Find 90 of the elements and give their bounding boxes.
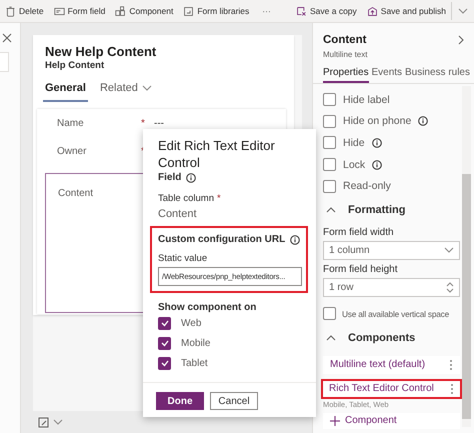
toolbar-button[interactable]: Save and publish bbox=[362, 1, 451, 21]
input-field[interactable] bbox=[0, 52, 9, 72]
scroll-thumb[interactable] bbox=[462, 174, 471, 419]
field-label: Form field width bbox=[323, 226, 395, 238]
checkbox[interactable] bbox=[323, 158, 336, 172]
close-icon bbox=[2, 33, 12, 43]
form-subtitle: Help Content bbox=[44, 60, 106, 71]
checkbox[interactable] bbox=[158, 356, 171, 370]
form-tab[interactable]: General bbox=[43, 79, 88, 102]
spin-field[interactable]: 1 row bbox=[323, 278, 460, 297]
checkbox[interactable] bbox=[323, 180, 336, 193]
chevron-right-icon bbox=[458, 35, 464, 45]
view-button[interactable] bbox=[38, 416, 63, 428]
add-component-button[interactable]: Component bbox=[323, 412, 460, 429]
component-item[interactable]: Multiline text (default) bbox=[323, 356, 460, 374]
option-label: Web bbox=[181, 318, 202, 328]
spinner-icon bbox=[446, 282, 454, 293]
panel-tab[interactable]: Events bbox=[371, 67, 402, 83]
option-label: Lock bbox=[343, 158, 366, 171]
field-label: Static value bbox=[158, 253, 208, 264]
more-button[interactable]: ··· bbox=[254, 1, 279, 21]
info-icon bbox=[372, 138, 382, 148]
panel-title: Content bbox=[323, 34, 366, 46]
more-icon bbox=[450, 382, 454, 395]
trash-icon bbox=[5, 6, 16, 16]
form-title: New Help Content bbox=[44, 44, 158, 59]
plus-icon bbox=[330, 416, 340, 426]
info-icon bbox=[418, 116, 428, 126]
panel-subtitle: Multiline text bbox=[322, 50, 368, 59]
checkbox[interactable] bbox=[323, 136, 336, 150]
save-copy-icon bbox=[296, 6, 307, 16]
dropdown-value: 1 column bbox=[329, 244, 370, 256]
required-mark: * bbox=[216, 193, 221, 204]
form-tab[interactable]: Related bbox=[98, 79, 154, 102]
chevron-down-icon bbox=[142, 85, 152, 91]
field-label: Owner bbox=[57, 146, 86, 156]
section-heading: Custom configuration URL bbox=[158, 234, 286, 245]
info-icon bbox=[290, 234, 300, 244]
toolbar-button[interactable]: Form libraries bbox=[178, 1, 254, 21]
done-button[interactable]: Done bbox=[156, 392, 204, 410]
section-heading: Components bbox=[348, 332, 416, 344]
field-label: Name bbox=[57, 118, 84, 128]
option-label: Tablet bbox=[181, 358, 208, 368]
toolbar-button[interactable]: Component bbox=[110, 1, 178, 21]
option-label: Mobile bbox=[181, 338, 210, 348]
chevron-down-icon bbox=[444, 247, 454, 254]
checkbox[interactable] bbox=[323, 93, 336, 106]
form-field-icon bbox=[54, 6, 65, 16]
option-label: Hide bbox=[343, 136, 365, 149]
toolbar-button[interactable]: Form field bbox=[48, 1, 110, 21]
field-value: --- bbox=[154, 118, 164, 128]
info-icon bbox=[372, 160, 382, 170]
toolbar-button[interactable]: Save a copy bbox=[291, 1, 362, 21]
checkbox[interactable] bbox=[323, 114, 336, 128]
component-label: Rich Text Editor Control bbox=[329, 383, 434, 394]
component-item[interactable]: Rich Text Editor Control bbox=[321, 378, 462, 399]
section-heading: Formatting bbox=[348, 204, 406, 216]
field-label: Table column bbox=[158, 193, 214, 204]
checkbox[interactable] bbox=[323, 307, 336, 320]
dialog-title: Edit Rich Text Editor Control bbox=[158, 137, 276, 171]
checkbox[interactable] bbox=[158, 336, 171, 350]
section-heading: Field bbox=[158, 172, 182, 183]
collapse-button[interactable] bbox=[458, 35, 464, 45]
screen-icon bbox=[38, 416, 49, 428]
field-value: 1 row bbox=[329, 282, 354, 293]
option-label: Hide on phone bbox=[343, 115, 412, 128]
library-icon bbox=[183, 6, 194, 16]
publish-icon bbox=[366, 6, 378, 16]
cancel-button[interactable]: Cancel bbox=[210, 392, 258, 410]
section-heading: Show component on bbox=[158, 302, 258, 313]
chevron-down-icon bbox=[53, 419, 63, 425]
scrollbar[interactable] bbox=[462, 86, 471, 427]
info-icon bbox=[186, 172, 196, 182]
checkbox[interactable] bbox=[158, 316, 171, 330]
required-mark: * bbox=[141, 118, 146, 128]
toolbar-button[interactable]: Delete bbox=[0, 1, 49, 21]
dropdown[interactable]: 1 column bbox=[323, 240, 460, 260]
component-icon bbox=[115, 6, 126, 16]
option-label: Use all available vertical space bbox=[342, 308, 450, 319]
panel-tab[interactable]: Properties bbox=[323, 67, 369, 83]
panel-tab[interactable]: Business rules bbox=[404, 67, 470, 83]
more-icon bbox=[449, 358, 453, 371]
component-label: Multiline text (default) bbox=[330, 359, 426, 370]
field-label: Form field height bbox=[323, 264, 398, 275]
option-label: Hide label bbox=[343, 94, 390, 106]
field-label: Content bbox=[58, 188, 94, 199]
field-value: Content bbox=[158, 208, 198, 220]
chevron-down-icon bbox=[458, 8, 468, 14]
option-label: Read-only bbox=[343, 180, 391, 192]
close-button[interactable] bbox=[0, 33, 12, 43]
